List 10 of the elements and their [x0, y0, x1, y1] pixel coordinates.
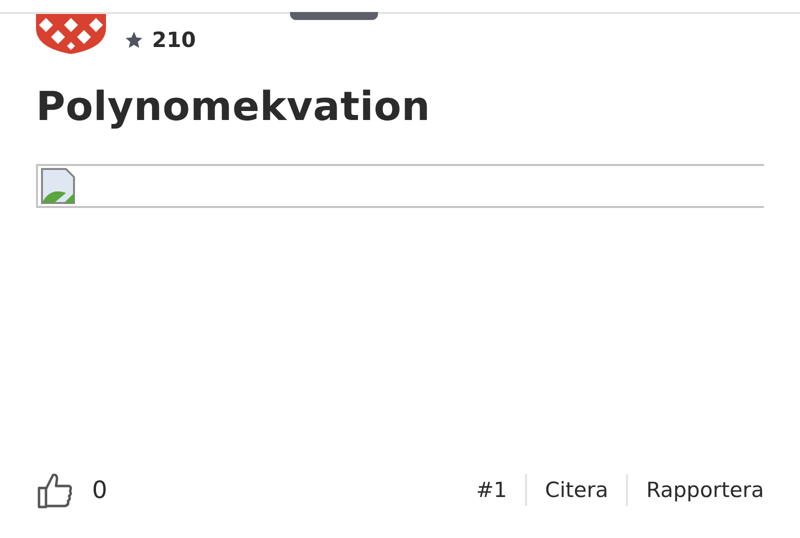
like-count: 0 [92, 476, 108, 504]
post-number: #1 [476, 477, 508, 504]
broken-image-icon [40, 167, 78, 205]
action-link[interactable]: Citera [525, 474, 626, 506]
action-link[interactable]: Rapportera [626, 474, 764, 506]
shield-icon [36, 14, 106, 54]
post-title: Polynomekvation [36, 84, 432, 130]
star-icon [124, 30, 144, 50]
thumbs-up-button[interactable] [36, 471, 74, 509]
points-count: 210 [152, 28, 196, 52]
